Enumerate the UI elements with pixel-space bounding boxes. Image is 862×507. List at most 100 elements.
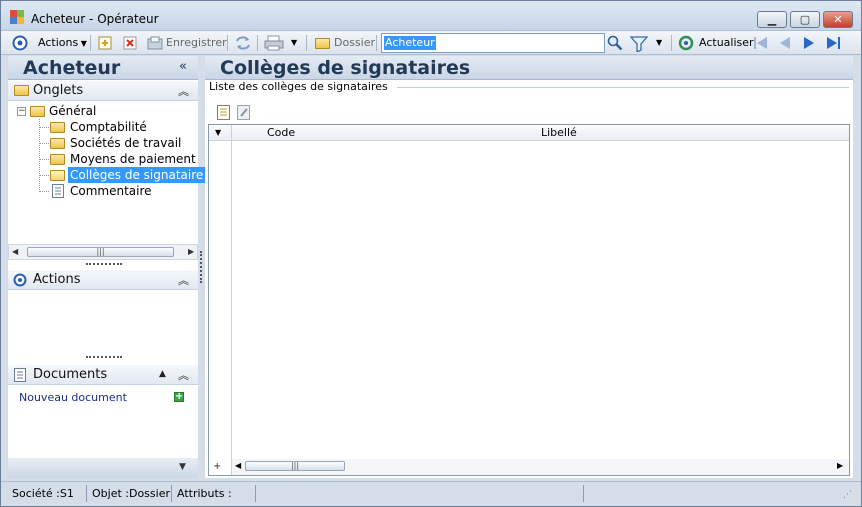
filter-icon[interactable] bbox=[630, 35, 648, 52]
tree-node-general[interactable]: Général bbox=[49, 103, 96, 119]
folder-icon bbox=[50, 138, 65, 149]
toolbar-separator bbox=[306, 35, 307, 51]
toolbar-separator bbox=[227, 35, 228, 51]
last-record-icon[interactable] bbox=[825, 36, 841, 50]
collapse-node-icon[interactable]: − bbox=[17, 107, 26, 116]
folder-icon bbox=[14, 85, 29, 96]
maximize-button[interactable]: ▢ bbox=[790, 11, 820, 28]
window-title-separator: - bbox=[89, 12, 94, 26]
toolbar-separator bbox=[376, 35, 377, 51]
page-title: Collèges de signataires bbox=[220, 57, 471, 79]
new-record-icon[interactable] bbox=[98, 36, 112, 50]
document-icon bbox=[14, 368, 26, 382]
window-title: Acheteur - Opérateur bbox=[31, 12, 159, 26]
search-input[interactable]: Acheteur bbox=[381, 33, 605, 53]
left-panel-header: Acheteur « bbox=[8, 56, 198, 80]
status-empty-field bbox=[586, 485, 836, 502]
first-record-icon[interactable] bbox=[753, 36, 769, 50]
new-document-link[interactable]: Nouveau document bbox=[19, 391, 127, 404]
status-bar: Société :S1 Objet :Dossier Attributs : ⋰ bbox=[1, 481, 861, 506]
toolbar-separator bbox=[90, 35, 91, 51]
tree-node-comptabilite[interactable]: Comptabilité bbox=[70, 119, 147, 135]
toolbar-separator bbox=[257, 35, 258, 51]
chevron-double-up-icon[interactable]: ︽ bbox=[178, 367, 189, 383]
grid-menu-chevron-icon[interactable]: ▼ bbox=[215, 128, 221, 137]
data-grid: ▼ Code Libellé ◀ ||| ▶ + bbox=[208, 124, 850, 476]
printer-icon[interactable] bbox=[264, 35, 284, 51]
tree-node-commentaire[interactable]: Commentaire bbox=[70, 183, 152, 199]
filter-dropdown-chevron-icon[interactable]: ▼ bbox=[656, 34, 662, 52]
main-panel: Collèges de signataires Liste des collèg… bbox=[205, 56, 853, 478]
chevron-double-up-icon[interactable]: ︽ bbox=[178, 272, 189, 288]
chevron-down-icon[interactable]: ▼ bbox=[179, 462, 186, 472]
window-title-app: Acheteur bbox=[31, 12, 86, 26]
folder-icon bbox=[50, 122, 65, 133]
left-panel-footer: ▼ bbox=[8, 458, 198, 478]
app-icon bbox=[10, 10, 24, 24]
documents-section-title: Documents bbox=[33, 367, 108, 382]
scroll-left-icon[interactable]: ◀ bbox=[235, 459, 241, 473]
document-icon bbox=[52, 184, 64, 198]
refresh-button[interactable]: Actualiser bbox=[699, 34, 754, 52]
close-button[interactable]: ✕ bbox=[823, 11, 853, 28]
grid-body[interactable] bbox=[235, 141, 849, 459]
save-icon[interactable] bbox=[147, 36, 163, 50]
group-label: Liste des collèges de signataires bbox=[209, 80, 392, 93]
minimize-button[interactable]: ▁ bbox=[757, 11, 787, 28]
sync-icon[interactable] bbox=[234, 35, 252, 51]
target-icon[interactable] bbox=[12, 35, 28, 51]
actions-menu[interactable]: Actions ▼ bbox=[38, 34, 87, 52]
actions-section-header[interactable]: Actions ︽ bbox=[8, 270, 198, 290]
window-title-user: Opérateur bbox=[97, 12, 159, 26]
group-separator-line bbox=[397, 87, 849, 88]
search-icon[interactable] bbox=[607, 35, 623, 51]
status-attributes: Attributs : bbox=[174, 485, 256, 502]
documents-section-header[interactable]: Documents ▲ ︽ bbox=[8, 365, 198, 385]
scroll-right-icon[interactable]: ▶ bbox=[188, 245, 194, 259]
column-header-code[interactable]: Code bbox=[267, 126, 295, 139]
resize-grip-icon[interactable]: ⋰ bbox=[843, 490, 852, 500]
tabs-tree: − Général Comptabilité Sociétés de trava… bbox=[8, 101, 206, 241]
edit-row-icon[interactable] bbox=[237, 105, 251, 121]
tree-horizontal-scrollbar[interactable]: ◀ ||| ▶ bbox=[8, 244, 198, 260]
search-input-value: Acheteur bbox=[384, 36, 436, 50]
folder-icon[interactable] bbox=[315, 38, 330, 49]
new-row-icon[interactable] bbox=[217, 105, 231, 121]
previous-record-icon[interactable] bbox=[778, 36, 792, 50]
add-row-icon[interactable]: + bbox=[213, 461, 221, 472]
grid-horizontal-scrollbar[interactable]: ◀ ||| ▶ bbox=[232, 459, 849, 475]
splitter-grip[interactable] bbox=[86, 263, 122, 266]
save-button[interactable]: Enregistrer bbox=[166, 34, 227, 52]
next-record-icon[interactable] bbox=[802, 36, 816, 50]
status-company: Société :S1 bbox=[9, 485, 87, 502]
target-icon bbox=[13, 273, 27, 287]
scrollbar-thumb[interactable]: ||| bbox=[27, 247, 174, 257]
left-panel: Acheteur « Onglets ︽ − Général Comptabil… bbox=[8, 56, 206, 478]
chevron-up-icon[interactable]: ▲ bbox=[159, 369, 166, 379]
tabs-section-header[interactable]: Onglets ︽ bbox=[8, 81, 198, 101]
folder-button[interactable]: Dossier bbox=[334, 34, 375, 52]
vertical-splitter-grip[interactable] bbox=[200, 251, 202, 283]
column-header-libelle[interactable]: Libellé bbox=[541, 126, 577, 139]
tree-node-colleges-signataire[interactable]: Collèges de signataire bbox=[68, 167, 206, 183]
chevron-double-up-icon[interactable]: ︽ bbox=[178, 83, 189, 99]
tree-node-moyens-paiement[interactable]: Moyens de paiement bbox=[70, 151, 196, 167]
status-empty-field bbox=[258, 485, 584, 502]
splitter-grip[interactable] bbox=[86, 356, 122, 359]
scroll-left-icon[interactable]: ◀ bbox=[12, 245, 18, 259]
left-panel-title: Acheteur bbox=[23, 57, 121, 79]
scrollbar-thumb[interactable]: ||| bbox=[245, 461, 345, 471]
chevron-down-icon: ▼ bbox=[78, 39, 87, 48]
grid-header: ▼ Code Libellé bbox=[209, 125, 849, 141]
add-document-icon[interactable]: + bbox=[174, 392, 184, 402]
scroll-right-icon[interactable]: ▶ bbox=[837, 459, 843, 473]
refresh-icon[interactable] bbox=[678, 35, 694, 51]
delete-icon[interactable] bbox=[123, 36, 137, 50]
status-object: Objet :Dossier bbox=[89, 485, 172, 502]
collapse-panel-icon[interactable]: « bbox=[179, 59, 187, 74]
folder-icon bbox=[50, 154, 65, 165]
tree-node-societes[interactable]: Sociétés de travail bbox=[70, 135, 181, 151]
open-folder-icon bbox=[50, 170, 65, 181]
print-dropdown-chevron-icon[interactable]: ▼ bbox=[291, 34, 297, 52]
title-bar: Acheteur - Opérateur ▁ ▢ ✕ bbox=[1, 1, 861, 31]
